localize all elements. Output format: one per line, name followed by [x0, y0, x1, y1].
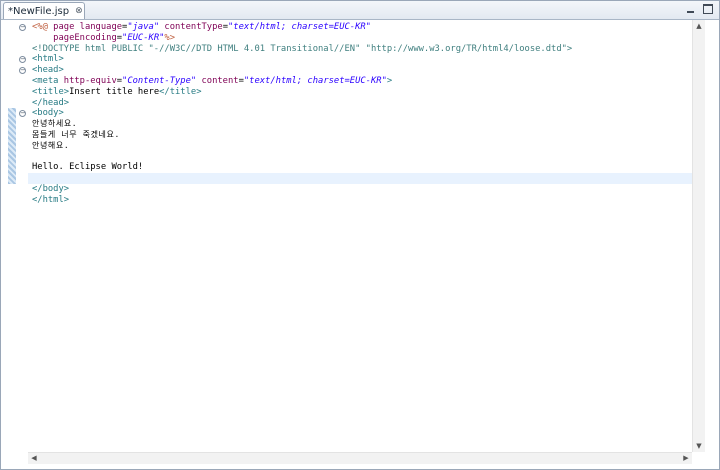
code-line[interactable]: <body>	[32, 108, 572, 119]
fold-toggle-icon[interactable]: −	[19, 67, 26, 74]
code-token: page	[47, 22, 80, 32]
code-token: <title>	[32, 86, 70, 97]
scroll-right-arrow-icon[interactable]: ▶	[680, 453, 692, 464]
code-token: <!DOCTYPE html PUBLIC "-//W3C//DTD HTML …	[32, 43, 573, 54]
code-line[interactable]: <html>	[32, 54, 572, 65]
code-line[interactable]: Hello. Eclipse World!	[32, 162, 572, 173]
code-line[interactable]: </html>	[32, 195, 572, 206]
code-line[interactable]	[32, 152, 572, 163]
code-token: </head>	[32, 97, 70, 108]
editor-tab-bar: *NewFile.jsp ⊗	[1, 1, 719, 20]
code-token: content	[196, 75, 239, 86]
code-text[interactable]: <%@ page language="java" contentType="te…	[32, 22, 572, 206]
code-token: "Content-Type"	[122, 75, 197, 86]
code-token: %>	[164, 32, 176, 43]
scroll-left-arrow-icon[interactable]: ◀	[28, 453, 40, 464]
code-token: </title>	[159, 86, 202, 97]
code-token: Hello. Eclipse World!	[32, 162, 144, 173]
code-token: 안녕하세요.	[32, 119, 78, 129]
code-token: "java"	[127, 22, 160, 32]
code-line[interactable]: <!DOCTYPE html PUBLIC "-//W3C//DTD HTML …	[32, 44, 572, 55]
quick-diff-change-marker	[8, 108, 16, 184]
overview-ruler	[705, 20, 717, 452]
minimize-button[interactable]	[686, 5, 695, 14]
maximize-button[interactable]	[703, 4, 713, 14]
editor-window: *NewFile.jsp ⊗ − − − − <%@ page language="j…	[0, 0, 720, 470]
code-token: >	[386, 75, 393, 86]
tab-label: *NewFile.jsp	[8, 5, 70, 17]
code-editor[interactable]: − − − − <%@ page language="java" contentTyp…	[1, 20, 719, 454]
scroll-down-arrow-icon[interactable]: ▼	[693, 440, 705, 452]
code-token: <head>	[32, 65, 64, 76]
window-controls	[686, 4, 713, 14]
code-token: "text/html; charset=EUC-KR"	[227, 22, 371, 32]
code-token: </html>	[32, 194, 70, 205]
fold-toggle-icon[interactable]: −	[19, 56, 26, 64]
folding-column	[16, 20, 28, 454]
code-line[interactable]: 몸들게 너무 죽겠네요.	[32, 130, 572, 141]
code-line[interactable]: pageEncoding="EUC-KR"%>	[32, 33, 572, 44]
fold-toggle-icon[interactable]: −	[19, 110, 26, 118]
tab-newfile-jsp[interactable]: *NewFile.jsp ⊗	[3, 2, 85, 19]
code-token: <meta	[32, 75, 59, 86]
code-token: http-equiv	[58, 75, 117, 86]
code-line[interactable]: </body>	[32, 184, 572, 195]
code-token: <html>	[32, 54, 64, 65]
scroll-up-arrow-icon[interactable]: ▲	[693, 20, 705, 32]
horizontal-scrollbar[interactable]: ◀ ▶	[28, 452, 692, 464]
vertical-scrollbar[interactable]: ▲ ▼	[692, 20, 705, 452]
fold-toggle-icon[interactable]: −	[19, 23, 26, 31]
code-line[interactable]: </head>	[32, 98, 572, 109]
vertical-ruler	[7, 20, 16, 454]
code-line[interactable]: <%@ page language="java" contentType="te…	[32, 22, 572, 33]
close-icon[interactable]: ⊗	[75, 6, 83, 16]
code-token: Insert title here	[69, 86, 160, 97]
code-line[interactable]: 안녕하세요.	[32, 119, 572, 130]
code-token: <body>	[32, 108, 64, 119]
code-token: pageEncoding	[32, 32, 117, 43]
code-line[interactable]: 안녕해요.	[32, 141, 572, 152]
code-line[interactable]	[32, 173, 572, 184]
code-token: language	[79, 22, 123, 32]
code-token: "EUC-KR"	[122, 32, 165, 43]
code-line[interactable]: <meta http-equiv="Content-Type" content=…	[32, 76, 572, 87]
code-token: <%@	[32, 22, 48, 32]
code-token: contentType	[159, 22, 223, 32]
code-line[interactable]: <head>	[32, 65, 572, 76]
code-token: </body>	[32, 183, 70, 194]
code-token: "text/html; charset=EUC-KR"	[243, 75, 387, 86]
code-token: 안녕해요.	[32, 140, 70, 150]
code-token: 몸들게 너무 죽겠네요.	[32, 129, 120, 139]
code-line[interactable]: <title>Insert title here</title>	[32, 87, 572, 98]
